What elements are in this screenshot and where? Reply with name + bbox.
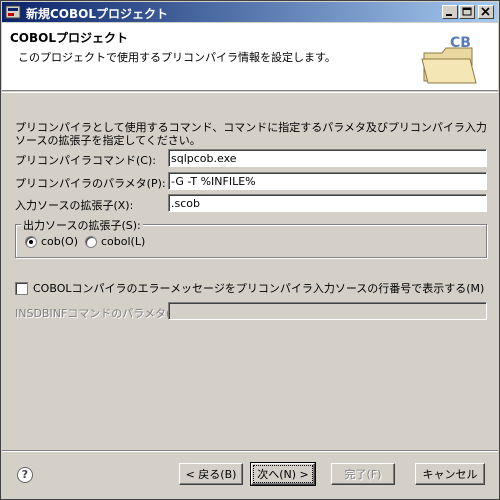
cancel-button-label: キャンセル (422, 468, 478, 481)
help-icon[interactable]: ? (17, 467, 33, 483)
precompiler-command-label: プリコンパイラコマンド(C): (15, 154, 156, 167)
insdbinf-params-label: INSDBINFコマンドのパラメタ(F): (15, 307, 185, 320)
cobol-folder-icon: CB (421, 35, 477, 84)
minimize-icon (446, 14, 452, 16)
input-extension-label: 入力ソースの拡張子(X): (15, 199, 134, 212)
error-line-number-option[interactable]: COBOLコンパイラのエラーメッセージをプリコンパイラ入力ソースの行番号で表示す… (15, 280, 484, 296)
cancel-button[interactable]: キャンセル (415, 463, 485, 485)
cobol-icon-text: CB (450, 35, 471, 51)
radio-cobol[interactable]: cobol(L) (85, 235, 145, 248)
close-icon (481, 7, 490, 16)
radio-cob-label: cob(O) (41, 235, 79, 248)
page-description: このプロジェクトで使用するプリコンパイラ情報を設定します。 (18, 51, 336, 64)
window-title: 新規COBOLプロジェクト (26, 7, 169, 21)
title-bar[interactable]: 新規COBOLプロジェクト (2, 2, 498, 22)
output-extension-group-label: 出力ソースの拡張子(S): (21, 217, 143, 233)
instructions-text: プリコンパイラとして使用するコマンド、コマンドに指定するパラメタ及びプリコンパイ… (15, 121, 487, 147)
next-button-label: 次へ(N) > (253, 465, 313, 483)
precompiler-params-label: プリコンパイラのパラメタ(P): (15, 177, 166, 190)
back-button-label: < 戻る(B) (185, 468, 237, 481)
page-title: COBOLプロジェクト (10, 31, 129, 45)
close-button[interactable] (478, 5, 494, 19)
radio-cobol-indicator[interactable] (85, 235, 97, 248)
back-button[interactable]: < 戻る(B) (179, 463, 243, 485)
error-line-number-checkbox[interactable] (15, 281, 28, 295)
radio-cob[interactable]: cob(O) (25, 235, 78, 248)
radio-cobol-label: cobol(L) (101, 235, 146, 248)
next-button[interactable]: 次へ(N) > (250, 462, 316, 486)
finish-button: 完了(F) (331, 463, 395, 485)
radio-cob-indicator[interactable] (25, 235, 37, 248)
footer-divider (2, 450, 498, 452)
insdbinf-params-input (168, 302, 487, 320)
minimize-button[interactable] (442, 5, 458, 19)
maximize-icon (462, 7, 472, 16)
error-line-number-label: COBOLコンパイラのエラーメッセージをプリコンパイラ入力ソースの行番号で表示す… (33, 282, 485, 295)
precompiler-params-input[interactable] (168, 172, 487, 190)
wizard-header: COBOLプロジェクト このプロジェクトで使用するプリコンパイラ情報を設定します… (2, 23, 498, 91)
input-extension-input[interactable] (168, 194, 487, 212)
finish-button-label: 完了(F) (344, 468, 382, 481)
wizard-window: 新規COBOLプロジェクト COBOLプロジェクト このプロジェクトで使用するプ… (0, 0, 500, 500)
app-icon (5, 5, 21, 19)
header-divider (2, 92, 498, 93)
maximize-button[interactable] (459, 5, 475, 19)
precompiler-command-input[interactable] (168, 149, 487, 167)
